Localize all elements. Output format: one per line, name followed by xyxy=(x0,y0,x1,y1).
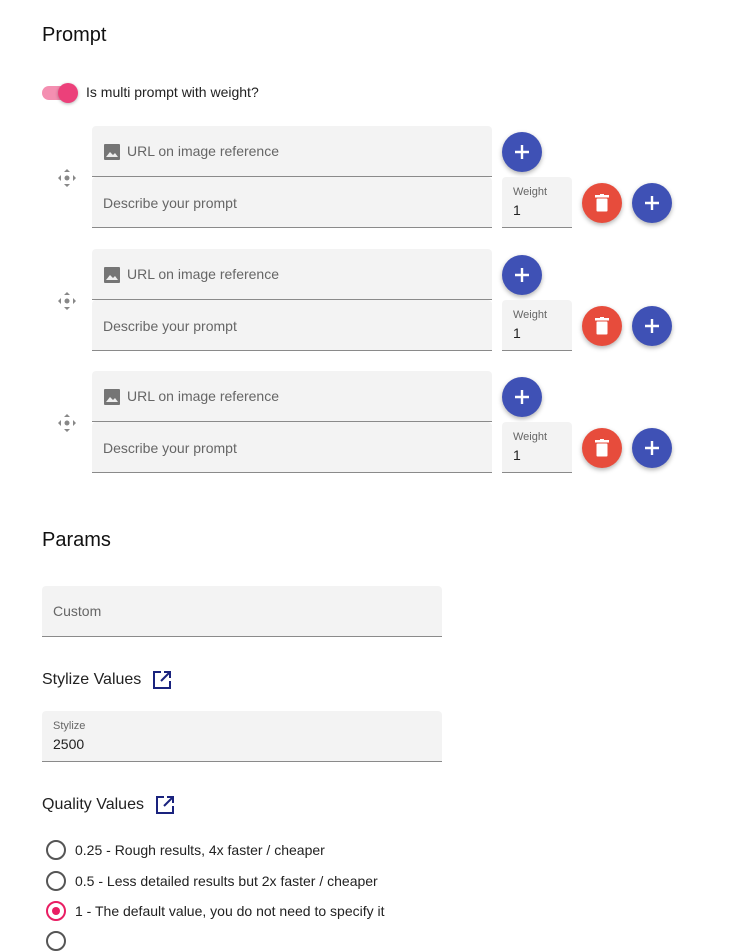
image-icon xyxy=(104,267,120,283)
add-prompt-button[interactable] xyxy=(632,306,672,346)
quality-option-label: 0.5 - Less detailed results but 2x faste… xyxy=(75,873,378,889)
prompt-placeholder: Describe your prompt xyxy=(103,195,237,211)
quality-option-label: 0.25 - Rough results, 4x faster / cheape… xyxy=(75,842,325,858)
plus-icon xyxy=(515,145,529,159)
weight-value: 1 xyxy=(513,202,521,218)
params-heading: Params xyxy=(42,529,111,551)
radio-button[interactable] xyxy=(46,840,66,860)
quality-option[interactable]: 0.25 - Rough results, 4x faster / cheape… xyxy=(46,839,325,861)
delete-prompt-button[interactable] xyxy=(582,183,622,223)
add-prompt-button[interactable] xyxy=(632,428,672,468)
plus-icon xyxy=(645,196,659,210)
plus-icon xyxy=(645,319,659,333)
prompt-placeholder: Describe your prompt xyxy=(103,318,237,334)
quality-option[interactable]: 0.5 - Less detailed results but 2x faste… xyxy=(46,870,378,892)
image-url-placeholder: URL on image reference xyxy=(127,388,280,404)
drag-move-icon[interactable] xyxy=(56,290,78,312)
image-icon xyxy=(104,144,120,160)
weight-label: Weight xyxy=(513,309,548,321)
add-image-button[interactable] xyxy=(502,255,542,295)
quality-values-title: Quality Values xyxy=(42,796,144,813)
trash-icon xyxy=(595,317,609,335)
prompt-placeholder: Describe your prompt xyxy=(103,440,237,456)
drag-move-icon[interactable] xyxy=(56,167,78,189)
image-url-field[interactable]: URL on image reference xyxy=(92,126,492,177)
image-icon xyxy=(104,389,120,405)
stylize-value: 2500 xyxy=(53,736,85,752)
add-image-button[interactable] xyxy=(502,132,542,172)
radio-button[interactable] xyxy=(46,931,66,951)
prompt-heading: Prompt xyxy=(42,24,107,46)
custom-placeholder: Custom xyxy=(53,603,102,619)
toggle-thumb xyxy=(58,83,78,103)
image-url-placeholder: URL on image reference xyxy=(127,143,280,159)
weight-field[interactable]: Weight 1 xyxy=(502,177,572,228)
trash-icon xyxy=(595,439,609,457)
delete-prompt-button[interactable] xyxy=(582,306,622,346)
delete-prompt-button[interactable] xyxy=(582,428,622,468)
prompt-field[interactable]: Describe your prompt xyxy=(92,422,492,473)
weight-label: Weight xyxy=(513,431,548,443)
weight-label: Weight xyxy=(513,186,548,198)
radio-button[interactable] xyxy=(46,871,66,891)
stylize-label: Stylize xyxy=(53,720,86,732)
plus-icon xyxy=(515,268,529,282)
image-url-field[interactable]: URL on image reference xyxy=(92,249,492,300)
drag-move-icon[interactable] xyxy=(56,412,78,434)
external-link-icon[interactable] xyxy=(152,670,172,690)
prompt-field[interactable]: Describe your prompt xyxy=(92,177,492,228)
custom-field[interactable]: Custom xyxy=(42,586,442,637)
add-image-button[interactable] xyxy=(502,377,542,417)
prompt-field[interactable]: Describe your prompt xyxy=(92,300,492,351)
weight-value: 1 xyxy=(513,447,521,463)
quality-option[interactable] xyxy=(46,930,66,952)
stylize-field[interactable]: Stylize 2500 xyxy=(42,711,442,762)
plus-icon xyxy=(515,390,529,404)
quality-option-label: 1 - The default value, you do not need t… xyxy=(75,903,385,919)
weight-field[interactable]: Weight 1 xyxy=(502,422,572,473)
quality-option[interactable]: 1 - The default value, you do not need t… xyxy=(46,900,385,922)
add-prompt-button[interactable] xyxy=(632,183,672,223)
multi-prompt-toggle[interactable] xyxy=(42,83,78,103)
external-link-icon[interactable] xyxy=(155,795,175,815)
plus-icon xyxy=(645,441,659,455)
multi-prompt-toggle-label: Is multi prompt with weight? xyxy=(86,84,259,100)
image-url-placeholder: URL on image reference xyxy=(127,266,280,282)
weight-value: 1 xyxy=(513,325,521,341)
weight-field[interactable]: Weight 1 xyxy=(502,300,572,351)
radio-button-selected[interactable] xyxy=(46,901,66,921)
trash-icon xyxy=(595,194,609,212)
stylize-values-title: Stylize Values xyxy=(42,671,142,688)
image-url-field[interactable]: URL on image reference xyxy=(92,371,492,422)
